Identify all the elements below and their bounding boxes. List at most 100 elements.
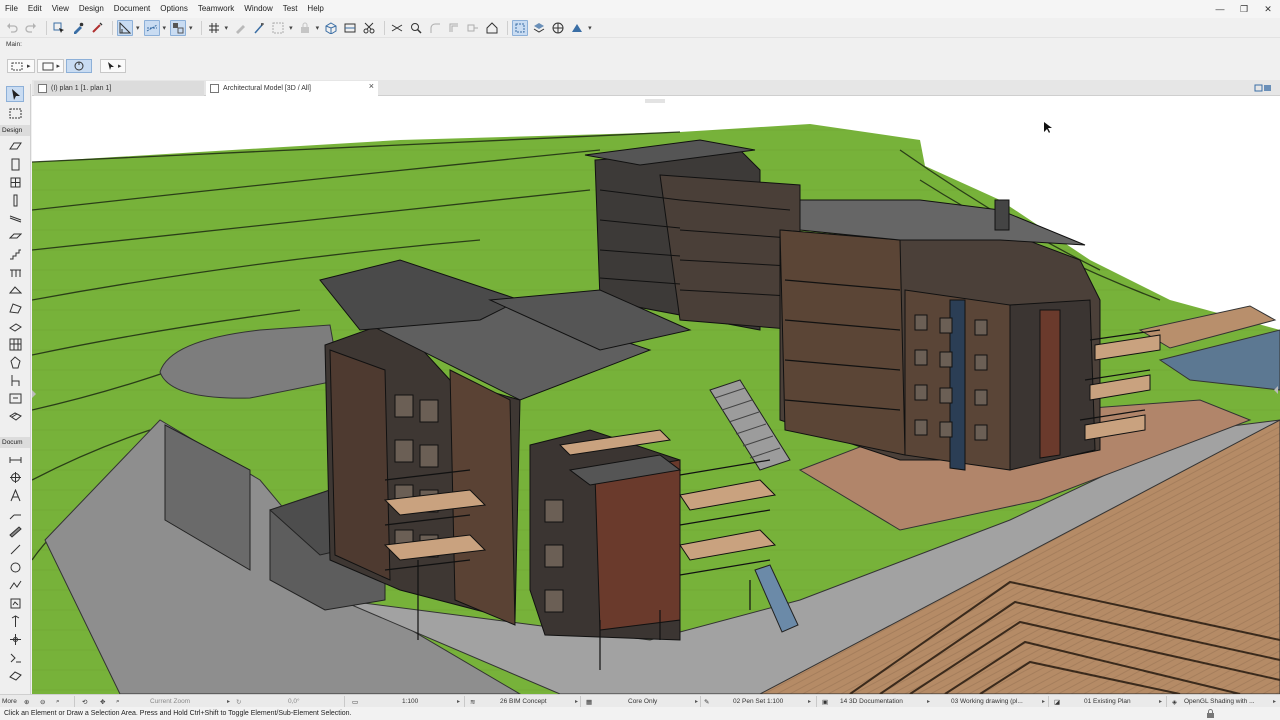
3d-viewport[interactable] xyxy=(32,96,1280,694)
menu-view[interactable]: View xyxy=(47,0,74,18)
layer-button[interactable] xyxy=(531,20,547,36)
3d-view-button[interactable] xyxy=(323,20,339,36)
morph-icon xyxy=(9,355,21,368)
find-button[interactable] xyxy=(408,20,424,36)
menu-edit[interactable]: Edit xyxy=(23,0,47,18)
section-button[interactable] xyxy=(342,20,358,36)
scissors-icon xyxy=(363,22,375,33)
menu-help[interactable]: Help xyxy=(302,0,328,18)
guide-lines-button[interactable] xyxy=(143,19,160,36)
info-box xyxy=(0,38,1280,80)
beam-tool[interactable] xyxy=(6,210,24,226)
fillet-button[interactable] xyxy=(427,20,443,36)
polyline-tool[interactable] xyxy=(6,577,24,593)
arrow-tool[interactable] xyxy=(6,86,24,102)
shell-icon xyxy=(8,302,22,314)
stair-tool[interactable] xyxy=(6,246,24,262)
chevron-down-icon[interactable]: ▾ xyxy=(289,24,293,32)
menu-design[interactable]: Design xyxy=(74,0,109,18)
label-tool[interactable] xyxy=(6,505,24,521)
chevron-right-icon: ▸ xyxy=(1272,699,1276,705)
chevron-down-icon[interactable]: ▾ xyxy=(136,24,140,32)
offset-button[interactable] xyxy=(446,20,462,36)
fill-tool[interactable] xyxy=(6,523,24,539)
arrow-tool-button[interactable]: ▸ xyxy=(100,59,126,73)
trace-button[interactable] xyxy=(512,19,529,36)
tab-list-button[interactable] xyxy=(1254,82,1272,94)
shell-tool[interactable] xyxy=(6,300,24,316)
inject-button[interactable] xyxy=(89,20,105,36)
marquee-shape-dropdown[interactable]: ▸ xyxy=(36,59,65,73)
detail-tool[interactable] xyxy=(6,649,24,665)
level-dimension-tool[interactable] xyxy=(6,469,24,485)
arrow-icon xyxy=(108,62,115,70)
tab-3d-model[interactable]: Architectural Model [3D / All] × xyxy=(206,81,378,96)
eyedropper-button[interactable] xyxy=(70,20,86,36)
selection-method-dropdown[interactable]: ▸ xyxy=(7,59,35,73)
object-tool[interactable] xyxy=(6,372,24,388)
magic-wand-button[interactable] xyxy=(251,20,267,36)
section-tool[interactable] xyxy=(6,613,24,629)
railing-tool[interactable] xyxy=(6,264,24,280)
redo-button[interactable] xyxy=(23,20,39,36)
toolbox-design-header[interactable]: Design xyxy=(0,125,30,136)
drawing-tool[interactable] xyxy=(6,595,24,611)
chevron-down-icon[interactable]: ▾ xyxy=(189,24,193,32)
menu-test[interactable]: Test xyxy=(278,0,303,18)
dimension-tool[interactable] xyxy=(6,451,24,467)
status-separator xyxy=(344,696,345,707)
column-tool[interactable] xyxy=(6,156,24,172)
toolbar-separator xyxy=(200,20,202,35)
chevron-down-icon[interactable]: ▾ xyxy=(588,24,592,32)
suspend-groups-button[interactable] xyxy=(232,20,248,36)
window-tool[interactable] xyxy=(6,174,24,190)
grid-snap-button[interactable] xyxy=(206,20,222,36)
chevron-down-icon[interactable]: ▾ xyxy=(163,24,167,32)
curtain-wall-tool[interactable] xyxy=(6,336,24,352)
menu-teamwork[interactable]: Teamwork xyxy=(193,0,239,18)
geometry-method-button[interactable] xyxy=(66,59,93,73)
close-button[interactable]: ✕ xyxy=(1256,0,1280,18)
wall-tool[interactable] xyxy=(6,138,24,154)
standard-toolbar: ▾ ▾ ▾ ▾ ▾ ▾ ▾ xyxy=(0,18,1280,38)
tab-plan[interactable]: (I) plan 1 [1. plan 1] xyxy=(34,81,204,96)
skylight-tool[interactable] xyxy=(6,318,24,334)
zone-tool[interactable] xyxy=(6,390,24,406)
morph-tool[interactable] xyxy=(6,354,24,370)
viewport-splitter[interactable] xyxy=(645,99,665,103)
undo-button[interactable] xyxy=(4,20,20,36)
layout-button[interactable] xyxy=(117,19,133,36)
marquee-button[interactable] xyxy=(270,20,286,36)
syringe-icon xyxy=(92,22,103,33)
menu-window[interactable]: Window xyxy=(239,0,277,18)
chevron-down-icon[interactable]: ▾ xyxy=(225,24,229,32)
chevron-right-icon: ▸ xyxy=(226,699,230,705)
snap-guides-button[interactable] xyxy=(170,19,187,36)
column-tool-2[interactable] xyxy=(6,192,24,208)
render-button[interactable] xyxy=(569,20,585,36)
minimize-button[interactable]: — xyxy=(1208,0,1232,18)
roof-tool[interactable] xyxy=(6,282,24,298)
navigator-button[interactable] xyxy=(550,20,566,36)
chevron-down-icon[interactable]: ▾ xyxy=(316,24,320,32)
elevate-button[interactable] xyxy=(484,20,500,36)
menu-options[interactable]: Options xyxy=(155,0,193,18)
pick-up-button[interactable] xyxy=(51,20,67,36)
arc-tool[interactable] xyxy=(6,559,24,575)
line-tool[interactable] xyxy=(6,541,24,557)
lock-button[interactable] xyxy=(297,20,313,36)
marquee-tool[interactable] xyxy=(6,105,24,121)
slab-tool[interactable] xyxy=(6,228,24,244)
adjust-button[interactable] xyxy=(465,20,481,36)
toolbox-document-header[interactable]: Docum xyxy=(0,437,30,448)
maximize-button[interactable]: ❐ xyxy=(1232,0,1256,18)
trim-button[interactable] xyxy=(361,20,377,36)
menu-document[interactable]: Document xyxy=(109,0,155,18)
text-tool[interactable] xyxy=(6,487,24,503)
menu-file[interactable]: File xyxy=(0,0,23,18)
mesh-tool[interactable] xyxy=(6,408,24,424)
split-button[interactable] xyxy=(389,20,405,36)
worksheet-tool[interactable] xyxy=(6,667,24,683)
close-tab-icon[interactable]: × xyxy=(369,81,374,91)
elevation-tool[interactable] xyxy=(6,631,24,647)
